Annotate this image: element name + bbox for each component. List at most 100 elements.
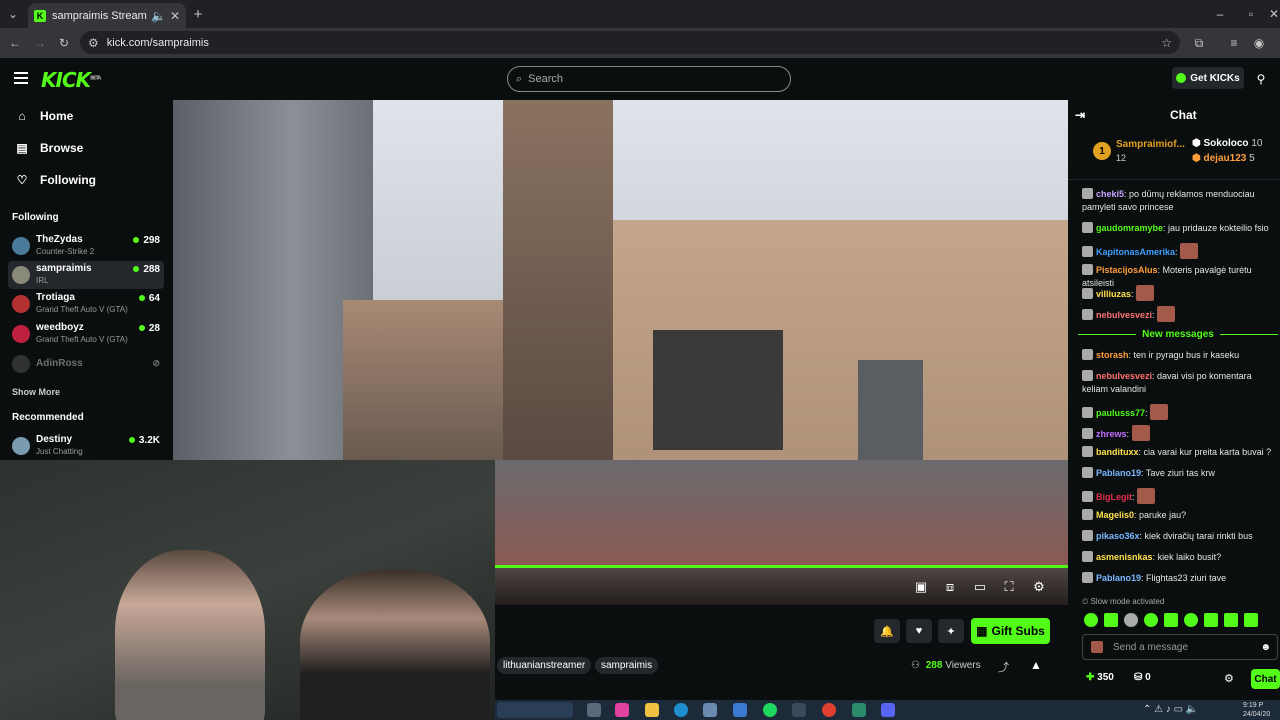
emote-icon (1137, 488, 1156, 504)
recommended-channel-destiny[interactable]: Destiny Just Chatting 3.2K (8, 432, 164, 460)
taskbar-search-field[interactable] (497, 702, 573, 718)
chat-username[interactable]: asmenisnkas (1096, 552, 1153, 562)
close-tab-icon[interactable]: ✕ (170, 9, 180, 23)
nav-browse[interactable]: ▤ Browse (14, 138, 83, 158)
gifter3[interactable]: ⬢ dejau123 5 (1192, 153, 1255, 164)
url-field[interactable]: ⚙ kick.com/sampraimis ☆ (80, 31, 1180, 54)
share-icon[interactable]: ⤴ (998, 659, 1009, 675)
media-control-icon[interactable]: ≡ (1227, 36, 1241, 50)
fullscreen-icon[interactable]: ⛶ (1000, 578, 1018, 596)
chat-username[interactable]: storash (1096, 350, 1129, 360)
tab-search-icon[interactable]: ⌄ (6, 7, 20, 21)
app-icon[interactable] (792, 703, 806, 717)
extensions-icon[interactable]: ⧉ (1192, 36, 1206, 50)
emote-icon[interactable] (1184, 613, 1198, 627)
user-badge-icon (1082, 530, 1093, 541)
show-more-link[interactable]: Show More (12, 387, 60, 397)
close-window-icon[interactable]: ✕ (1268, 7, 1280, 21)
profile-icon[interactable]: ◉ (1252, 36, 1266, 50)
minimize-icon[interactable]: – (1213, 7, 1227, 21)
tag-sampraimis[interactable]: sampraimis (595, 657, 659, 674)
back-icon[interactable]: ← (8, 36, 22, 50)
tag-lithuanianstreamer[interactable]: lithuanianstreamer (497, 657, 592, 674)
top-gifter-name[interactable]: Sampraimiof... (1116, 139, 1185, 150)
viewers-count: ⚇ 288 Viewers (911, 660, 981, 671)
following-channel-adinross[interactable]: AdinRoss ⊘ (8, 350, 164, 378)
emote-icon[interactable] (1124, 613, 1138, 627)
app-icon-2[interactable] (852, 703, 866, 717)
chat-settings-icon[interactable]: ⚙ (1224, 672, 1234, 685)
new-tab-icon[interactable]: + (190, 6, 206, 23)
emote-icon[interactable] (1164, 613, 1178, 627)
emote-icon[interactable] (1224, 613, 1238, 627)
chat-username[interactable]: paulusss77 (1096, 408, 1145, 418)
mail-icon[interactable] (733, 703, 747, 717)
emoji-picker-icon[interactable]: ☻ (1260, 642, 1271, 653)
clock[interactable]: 9:19 P 24/04/20 (1243, 701, 1270, 719)
nav-following[interactable]: ♡ Following (14, 170, 96, 190)
chat-username[interactable]: PistacijosAlus (1096, 265, 1158, 275)
emote-icon[interactable] (1244, 613, 1258, 627)
user-menu-icon[interactable]: ⚲ (1254, 72, 1268, 86)
chat-username[interactable]: pikaso36x (1096, 531, 1140, 541)
chat-send-button[interactable]: Chat (1251, 669, 1280, 689)
chat-username[interactable]: zhrews (1096, 429, 1127, 439)
os-taskbar: ⌃ ⚠ ♪ ▭ 🔈 9:19 P 24/04/20 (495, 700, 1280, 720)
hamburger-menu-icon[interactable] (14, 72, 28, 84)
forward-icon[interactable]: → (33, 36, 47, 50)
reload-icon[interactable]: ↻ (57, 36, 71, 50)
chat-username[interactable]: KapitonasAmerika (1096, 247, 1175, 257)
file-explorer-icon[interactable] (645, 703, 659, 717)
chat-username[interactable]: nebulvesvezi (1096, 310, 1152, 320)
following-channel-weedboyz[interactable]: weedboyz Grand Theft Auto V (GTA) 28 (8, 320, 164, 348)
following-channel-sampraimis[interactable]: sampraimis IRL 288 (8, 261, 164, 289)
pip-icon[interactable]: ▣ (912, 578, 930, 596)
chat-username[interactable]: Pablano19 (1096, 573, 1141, 583)
following-channel-thezydas[interactable]: TheZydas Counter-Strike 2 298 (8, 232, 164, 260)
speaker-icon[interactable]: 🔈 (151, 9, 166, 23)
avatar (12, 266, 30, 284)
edge-icon[interactable] (674, 703, 688, 717)
chrome-icon[interactable] (822, 703, 836, 717)
browser-tab[interactable]: K sampraimis Stream - Watch 🔈 ✕ (28, 3, 186, 28)
following-channel-trotiaga[interactable]: Trotiaga Grand Theft Auto V (GTA) 64 (8, 290, 164, 318)
settings-gear-icon[interactable]: ⚙ (1030, 578, 1048, 596)
theater-mode-icon[interactable]: ▭ (971, 578, 989, 596)
chat-username[interactable]: gaudomramybe (1096, 223, 1163, 233)
collapse-chat-icon[interactable]: ⇥ (1075, 108, 1085, 122)
gift-subs-button[interactable]: ▦ Gift Subs (971, 618, 1050, 644)
spotify-icon[interactable] (763, 703, 777, 717)
follow-heart-icon[interactable]: ♥ (906, 619, 932, 643)
kick-logo[interactable]: KICKBETA (41, 68, 101, 92)
get-kicks-button[interactable]: Get KICKs (1172, 67, 1244, 89)
emote-icon[interactable] (1144, 613, 1158, 627)
gifts-balance[interactable]: ⛁ 0 (1134, 672, 1151, 683)
site-info-icon[interactable]: ⚙ (88, 36, 99, 50)
chat-username[interactable]: Pablano19 (1096, 468, 1141, 478)
discord-icon[interactable] (881, 703, 895, 717)
gifter2[interactable]: ⬢ Sokoloco 10 (1192, 138, 1262, 149)
store-icon[interactable] (703, 703, 717, 717)
kicks-balance[interactable]: ✚ 350 (1086, 672, 1114, 683)
maximize-icon[interactable]: ▫ (1244, 7, 1258, 21)
system-tray[interactable]: ⌃ ⚠ ♪ ▭ 🔈 (1143, 704, 1198, 715)
nav-home[interactable]: ⌂ Home (14, 106, 73, 126)
report-icon[interactable]: ▲ (1030, 658, 1042, 672)
chat-username[interactable]: cheki5 (1096, 189, 1124, 199)
emote-icon[interactable] (1204, 613, 1218, 627)
notification-bell-icon[interactable]: 🔔 (874, 619, 900, 643)
clip-icon[interactable]: ⧈ (941, 578, 959, 596)
bookmark-star-icon[interactable]: ☆ (1161, 36, 1172, 50)
chat-username[interactable]: nebulvesvezi (1096, 371, 1152, 381)
search-input[interactable]: ⌕ Search (507, 66, 791, 92)
copilot-icon[interactable] (615, 703, 629, 717)
task-view-icon[interactable] (587, 703, 601, 717)
chat-username[interactable]: villiuzas (1096, 289, 1131, 299)
chat-username[interactable]: BigLegit (1096, 492, 1132, 502)
chat-message-input[interactable]: Send a message ☻ (1082, 634, 1278, 660)
chat-username[interactable]: bandituxx (1096, 447, 1139, 457)
emote-icon[interactable] (1084, 613, 1098, 627)
sparkle-icon[interactable]: ✦ (938, 619, 964, 643)
emote-icon[interactable] (1104, 613, 1118, 627)
chat-username[interactable]: Magelis0 (1096, 510, 1134, 520)
